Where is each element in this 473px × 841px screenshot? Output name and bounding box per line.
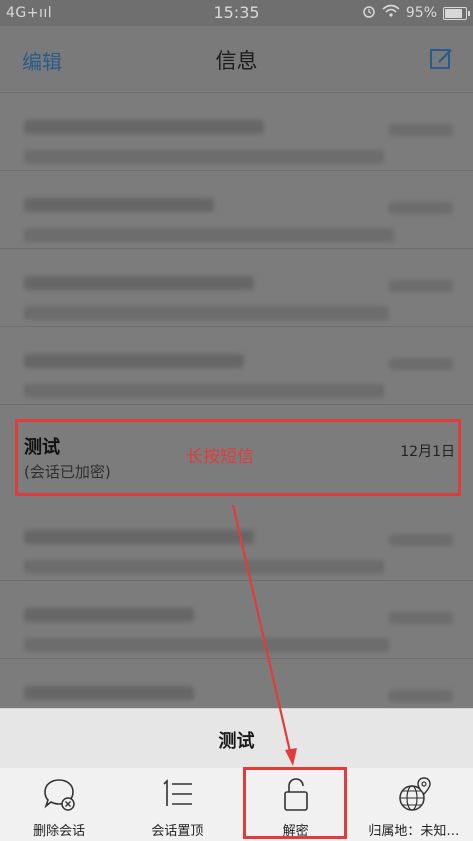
delete-chat-icon: [40, 776, 78, 814]
pin-conversation-label: 会话置顶: [151, 824, 204, 839]
blurred-date: [389, 358, 453, 370]
decrypt-highlight-frame: [243, 767, 347, 839]
battery-percent: 95%: [405, 5, 437, 21]
blurred-date: [389, 690, 453, 702]
conversation-list: [0, 92, 473, 709]
blurred-sender: [24, 354, 244, 368]
list-item[interactable]: [0, 580, 473, 659]
list-item[interactable]: [0, 326, 473, 405]
action-sheet-actions: 删除会话 会话置顶 解密 归属地：未知…: [0, 768, 473, 841]
delete-conversation-button[interactable]: 删除会话: [0, 768, 118, 841]
list-item[interactable]: [0, 92, 473, 171]
location-button[interactable]: 归属地：未知…: [355, 768, 473, 841]
blurred-preview: [24, 638, 389, 652]
action-sheet-header: 测试: [0, 708, 473, 769]
pin-top-icon: [158, 776, 196, 814]
blurred-preview: [24, 384, 384, 398]
blurred-sender: [24, 608, 194, 622]
blurred-preview: [24, 150, 384, 164]
blurred-preview: [24, 560, 384, 574]
alarm-icon: [362, 4, 376, 22]
page-title: 信息: [215, 49, 258, 73]
location-globe-icon: [395, 776, 433, 814]
pin-conversation-button[interactable]: 会话置顶: [118, 768, 236, 841]
status-bar: 4G+ııl 15:35 95%: [0, 0, 473, 26]
action-sheet-title: 测试: [218, 731, 255, 752]
list-item[interactable]: [0, 502, 473, 581]
compose-icon[interactable]: [429, 46, 455, 72]
blurred-sender: [24, 686, 194, 700]
location-label: 归属地：未知…: [368, 824, 460, 839]
long-press-annotation: 长按短信: [186, 447, 254, 467]
nav-bar: 编辑 信息: [0, 26, 473, 93]
blurred-sender: [24, 198, 214, 212]
blurred-date: [389, 534, 453, 546]
blurred-date: [389, 124, 453, 136]
list-item[interactable]: [0, 170, 473, 249]
blurred-sender: [24, 276, 254, 290]
blurred-preview: [24, 306, 389, 320]
battery-icon: [443, 6, 470, 20]
status-right: 95%: [362, 4, 470, 22]
delete-conversation-label: 删除会话: [33, 824, 86, 839]
blurred-preview: [24, 228, 394, 242]
blurred-sender: [24, 120, 264, 134]
blurred-date: [389, 202, 453, 214]
list-item[interactable]: [0, 658, 473, 709]
blurred-date: [389, 612, 453, 624]
blurred-sender: [24, 530, 254, 544]
wifi-icon: [382, 4, 400, 22]
blurred-date: [389, 280, 453, 292]
list-item[interactable]: [0, 248, 473, 327]
